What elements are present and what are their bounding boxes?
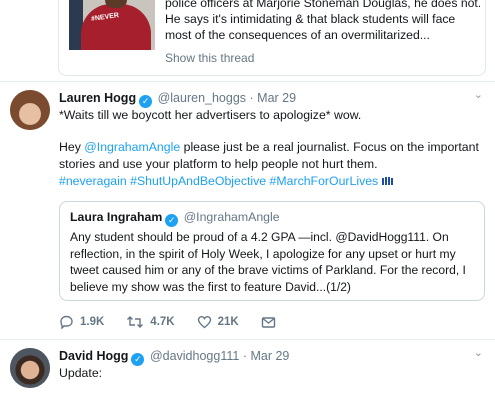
author-name[interactable]: David Hogg bbox=[59, 349, 128, 363]
thread-image: #NEVER bbox=[69, 0, 155, 50]
tweet-date[interactable]: Mar 29 bbox=[250, 349, 289, 363]
emoji-icon bbox=[381, 174, 394, 185]
retweet-count: 4.7K bbox=[150, 316, 175, 328]
retweet-button[interactable]: 4.7K bbox=[126, 315, 175, 329]
quoted-tweet-header: Laura Ingraham ✓ @IngrahamAngle bbox=[70, 210, 280, 227]
separator-dot: · bbox=[249, 91, 254, 105]
tweet-text: Update: bbox=[59, 366, 103, 380]
previous-tweet: #NEVER police officers at Marjorie Stone… bbox=[0, 0, 495, 82]
separator-dot: · bbox=[242, 349, 247, 363]
chevron-down-icon[interactable]: ⌄ bbox=[474, 88, 483, 101]
hashtags[interactable]: #neveragain #ShutUpAndBeObjective #March… bbox=[59, 174, 378, 188]
reply-button[interactable]: 1.9K bbox=[59, 315, 104, 329]
thread-snippet: police officers at Marjorie Stoneman Dou… bbox=[165, 0, 482, 42]
envelope-icon bbox=[261, 316, 275, 328]
like-button[interactable]: 21K bbox=[197, 315, 239, 329]
like-count: 21K bbox=[217, 316, 239, 328]
tweet-header: David Hogg ✓ @davidhogg111 · Mar 29 bbox=[59, 348, 289, 366]
verified-badge-icon: ✓ bbox=[165, 214, 179, 227]
tweet-david-hogg[interactable]: David Hogg ✓ @davidhogg111 · Mar 29 ⌄ Upd… bbox=[0, 340, 495, 400]
tweet-text-body: Hey @IngrahamAngle please just be a real… bbox=[59, 139, 485, 190]
quoted-author-handle: @IngrahamAngle bbox=[183, 210, 280, 224]
hey-word: Hey bbox=[59, 140, 81, 154]
avatar[interactable] bbox=[10, 90, 50, 130]
author-handle[interactable]: @davidhogg111 bbox=[150, 349, 239, 363]
reply-count: 1.9K bbox=[80, 316, 105, 328]
verified-badge-icon: ✓ bbox=[131, 353, 145, 366]
author-handle[interactable]: @lauren_hoggs bbox=[158, 91, 246, 105]
direct-message-button[interactable] bbox=[261, 316, 282, 329]
tweet-actions: 1.9K 4.7K 21K bbox=[59, 313, 304, 331]
quoted-tweet-text: Any student should be proud of a 4.2 GPA… bbox=[70, 230, 466, 294]
show-thread-link[interactable]: Show this thread bbox=[165, 51, 254, 65]
author-name[interactable]: Lauren Hogg bbox=[59, 91, 136, 105]
mention-link[interactable]: @IngrahamAngle bbox=[84, 140, 180, 154]
retweet-icon bbox=[127, 316, 144, 328]
avatar[interactable] bbox=[10, 348, 50, 388]
quoted-tweet[interactable]: Laura Ingraham ✓ @IngrahamAngle Any stude… bbox=[59, 201, 485, 301]
tweet-lauren-hogg[interactable]: Lauren Hogg ✓ @lauren_hoggs · Mar 29 ⌄ *W… bbox=[0, 82, 495, 340]
tweet-text-line1: *Waits till we boycott her advertisers t… bbox=[59, 108, 362, 122]
reply-icon bbox=[60, 315, 73, 329]
heart-icon bbox=[197, 315, 211, 329]
tweet-date[interactable]: Mar 29 bbox=[257, 91, 296, 105]
quoted-author-name: Laura Ingraham bbox=[70, 210, 163, 224]
quoted-thread-card[interactable]: #NEVER police officers at Marjorie Stone… bbox=[58, 0, 486, 76]
tweet-header: Lauren Hogg ✓ @lauren_hoggs · Mar 29 bbox=[59, 90, 296, 108]
chevron-down-icon[interactable]: ⌄ bbox=[474, 346, 483, 359]
